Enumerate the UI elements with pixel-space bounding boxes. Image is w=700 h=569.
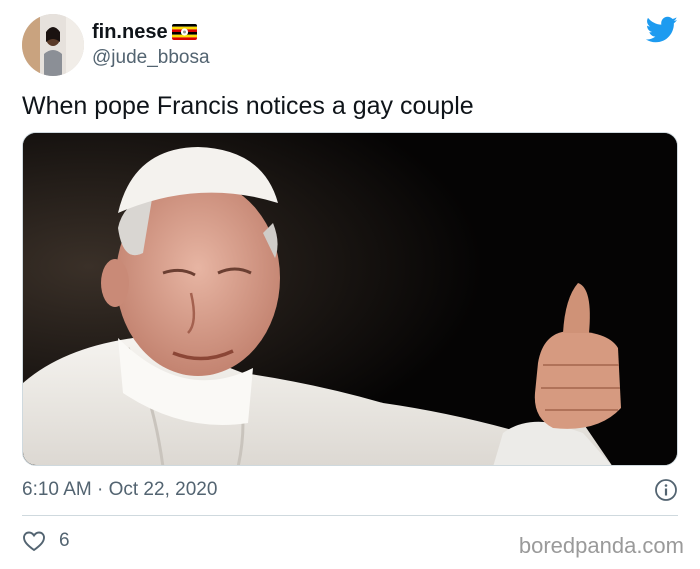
heart-icon[interactable] [22,530,46,552]
uganda-flag-icon [171,24,197,40]
avatar-photo [22,14,84,76]
user-handle[interactable]: @jude_bbosa [92,47,210,69]
tweet-timestamp[interactable]: 6:10 AM · Oct 22, 2020 [22,478,217,502]
display-name-text: fin.nese [92,21,168,43]
avatar[interactable] [22,14,84,76]
tweet-text: When pope Francis notices a gay couple [22,92,474,120]
info-icon[interactable] [654,478,678,502]
tweet-card: fin.nese @jude_bbosa When pope Francis n… [0,0,700,569]
display-name[interactable]: fin.nese [92,20,197,44]
tweet-image[interactable] [22,132,678,466]
source-watermark: boredpanda.com [518,533,684,558]
pope-thumbs-up-photo [23,133,677,465]
like-count: 6 [59,530,70,551]
twitter-bird-icon[interactable] [645,16,678,44]
divider [22,515,678,516]
